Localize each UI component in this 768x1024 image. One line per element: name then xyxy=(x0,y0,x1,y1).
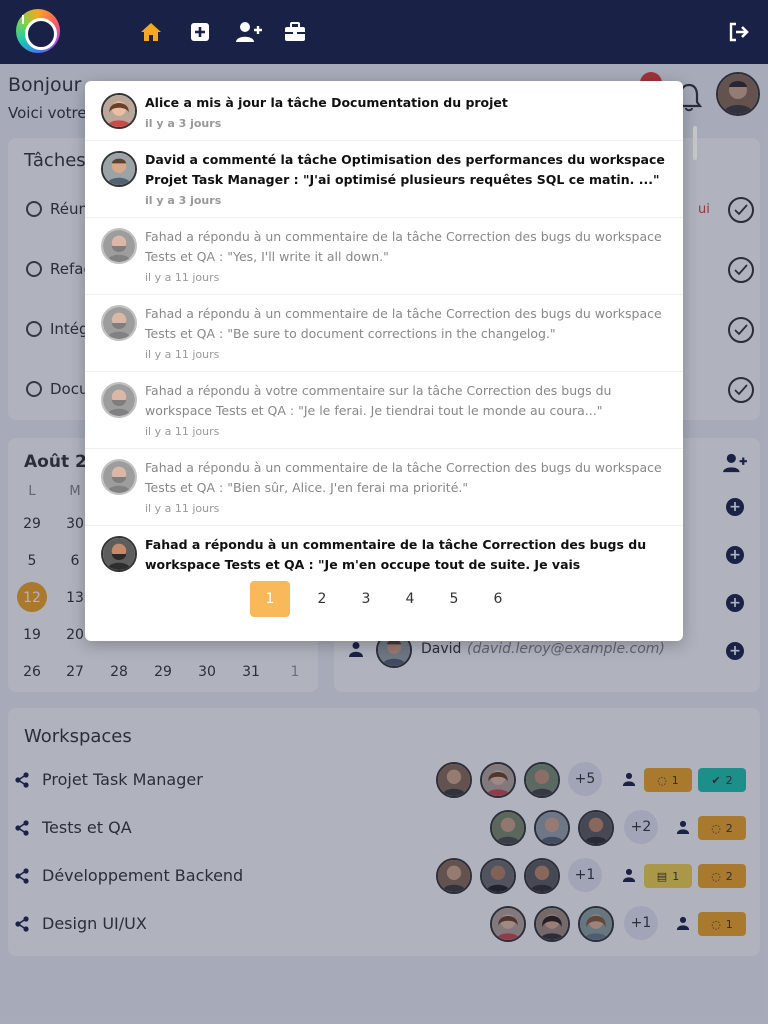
notification-item[interactable]: Alice a mis à jour la tâche Documentatio… xyxy=(85,81,683,141)
notification-text: David a commenté la tâche Optimisation d… xyxy=(145,152,665,187)
notification-text: Fahad a répondu à votre commentaire sur … xyxy=(145,383,612,418)
notification-item[interactable]: Fahad a répondu à votre commentaire sur … xyxy=(85,372,683,449)
home-icon[interactable] xyxy=(139,20,163,44)
logout-icon[interactable] xyxy=(726,20,750,44)
avatar xyxy=(101,536,137,572)
notification-text: Fahad a répondu à un commentaire de la t… xyxy=(145,229,662,264)
avatar xyxy=(101,228,137,264)
page-button-3[interactable]: 3 xyxy=(346,581,386,617)
notification-time: il y a 11 jours xyxy=(145,502,220,515)
top-navbar xyxy=(0,0,768,64)
add-task-icon[interactable] xyxy=(188,20,212,44)
avatar xyxy=(101,382,137,418)
notification-time: il y a 3 jours xyxy=(145,117,222,130)
notification-text: Alice a mis à jour la tâche Documentatio… xyxy=(145,95,508,110)
notification-item[interactable]: David a commenté la tâche Optimisation d… xyxy=(85,141,683,218)
notification-time: il y a 11 jours xyxy=(145,348,220,361)
notification-text: Fahad a répondu à un commentaire de la t… xyxy=(145,306,662,341)
notification-time: il y a 11 jours xyxy=(145,425,220,438)
page-button-2[interactable]: 2 xyxy=(302,581,342,617)
scrollbar[interactable] xyxy=(693,126,697,160)
page-button-1[interactable]: 1 xyxy=(250,581,290,617)
avatar xyxy=(101,305,137,341)
notification-text: Fahad a répondu à un commentaire de la t… xyxy=(145,460,662,495)
notification-item[interactable]: Fahad a répondu à un commentaire de la t… xyxy=(85,218,683,295)
notifications-modal: Alice a mis à jour la tâche Documentatio… xyxy=(85,81,683,641)
notification-list: Alice a mis à jour la tâche Documentatio… xyxy=(85,81,683,578)
logo-clock-hand xyxy=(22,15,24,24)
notification-text: Fahad a répondu à un commentaire de la t… xyxy=(145,537,647,578)
notification-time: il y a 3 jours xyxy=(145,194,222,207)
avatar xyxy=(101,151,137,187)
page-button-4[interactable]: 4 xyxy=(390,581,430,617)
briefcase-icon[interactable] xyxy=(283,20,307,44)
notification-item[interactable]: Fahad a répondu à un commentaire de la t… xyxy=(85,449,683,526)
notification-item[interactable]: Fahad a répondu à un commentaire de la t… xyxy=(85,526,683,578)
page-button-5[interactable]: 5 xyxy=(434,581,474,617)
notification-item[interactable]: Fahad a répondu à un commentaire de la t… xyxy=(85,295,683,372)
notification-time: il y a 11 jours xyxy=(145,271,220,284)
avatar xyxy=(101,459,137,495)
avatar xyxy=(101,93,137,129)
add-user-icon[interactable] xyxy=(235,20,263,44)
page-button-6[interactable]: 6 xyxy=(478,581,518,617)
pagination: 1 2 3 4 5 6 xyxy=(85,578,683,641)
